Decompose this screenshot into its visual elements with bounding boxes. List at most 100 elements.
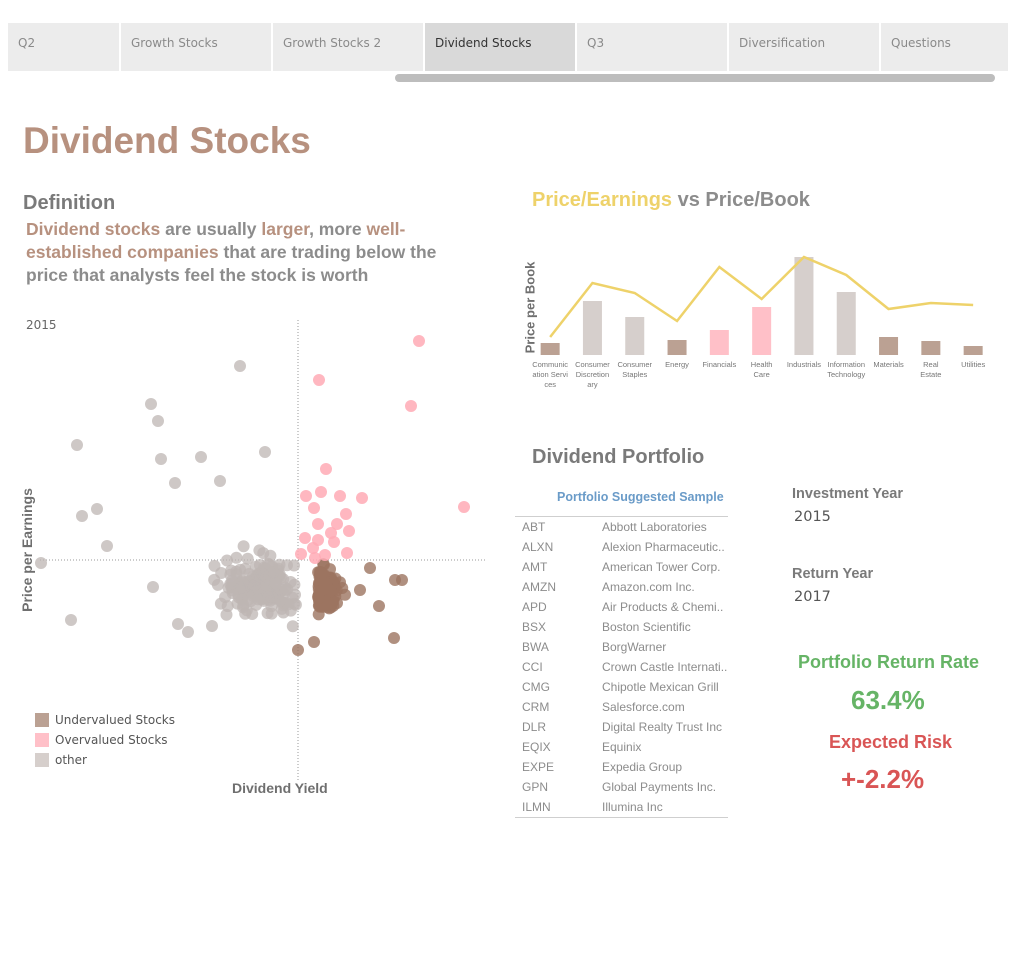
scatter-point[interactable] — [308, 502, 320, 514]
scatter-point[interactable] — [274, 594, 286, 607]
scatter-point[interactable] — [273, 558, 286, 571]
scatter-point[interactable] — [145, 398, 157, 410]
tab-scrollbar[interactable] — [395, 74, 995, 82]
scatter-point[interactable] — [211, 578, 224, 591]
pb-bar[interactable] — [667, 340, 687, 355]
scatter-point[interactable] — [343, 525, 355, 537]
scatter-point[interactable] — [413, 335, 425, 347]
table-row[interactable]: APD Air Products & Chemi.. — [515, 597, 728, 617]
scatter-point[interactable] — [65, 614, 77, 626]
dividend-scatter-plot[interactable]: 2015 Price per Earnings Dividend Yield U… — [0, 310, 500, 810]
scatter-point[interactable] — [235, 581, 248, 594]
scatter-point[interactable] — [155, 453, 167, 465]
pe-chart-canvas[interactable]: Communication ServicesConsumerDiscretion… — [505, 245, 1005, 400]
tab-dividend-stocks[interactable]: Dividend Stocks — [425, 23, 575, 71]
scatter-point[interactable] — [328, 536, 340, 548]
scatter-point[interactable] — [320, 463, 332, 475]
tab-q3[interactable]: Q3 — [577, 23, 727, 71]
scatter-point[interactable] — [237, 540, 250, 553]
table-row[interactable]: ILMN Illumina Inc — [515, 797, 728, 817]
table-row[interactable]: GPN Global Payments Inc. — [515, 777, 728, 797]
pb-bar[interactable] — [836, 292, 856, 355]
table-row[interactable]: CMG Chipotle Mexican Grill — [515, 677, 728, 697]
tab-questions[interactable]: Questions — [881, 23, 1008, 71]
tab-growth-stocks-2[interactable]: Growth Stocks 2 — [273, 23, 423, 71]
table-row[interactable]: BSX Boston Scientific — [515, 617, 728, 637]
scatter-point[interactable] — [169, 477, 181, 489]
scatter-point[interactable] — [288, 559, 300, 572]
scatter-point[interactable] — [147, 581, 159, 593]
tab-growth-stocks[interactable]: Growth Stocks — [121, 23, 271, 71]
return-year-value[interactable]: 2017 — [794, 589, 831, 605]
pb-bar[interactable] — [921, 341, 941, 355]
pb-bar[interactable] — [752, 307, 772, 355]
scatter-point[interactable] — [243, 567, 256, 580]
scatter-point[interactable] — [388, 632, 400, 644]
scatter-point[interactable] — [101, 540, 113, 552]
scatter-point[interactable] — [313, 374, 325, 386]
scatter-point[interactable] — [208, 559, 221, 572]
pb-bar[interactable] — [879, 337, 899, 355]
scatter-point[interactable] — [265, 607, 278, 620]
table-row[interactable]: ALXN Alexion Pharmaceutic.. — [515, 537, 728, 557]
scatter-point[interactable] — [308, 636, 320, 648]
table-row[interactable]: CRM Salesforce.com — [515, 697, 728, 717]
scatter-point[interactable] — [259, 446, 271, 458]
scatter-point[interactable] — [373, 600, 385, 612]
tab-q2[interactable]: Q2 — [8, 23, 119, 71]
scatter-point[interactable] — [405, 400, 417, 412]
investment-year-value[interactable]: 2015 — [794, 509, 831, 525]
pb-bar[interactable] — [625, 317, 645, 355]
scatter-point[interactable] — [309, 552, 321, 564]
scatter-point[interactable] — [286, 620, 299, 633]
scatter-point[interactable] — [269, 577, 282, 590]
pb-bar[interactable] — [540, 343, 560, 355]
scatter-point[interactable] — [458, 501, 470, 513]
scatter-point[interactable] — [256, 568, 269, 580]
pb-bar[interactable] — [709, 330, 729, 355]
table-row[interactable]: CCI Crown Castle Internati.. — [515, 657, 728, 677]
scatter-point[interactable] — [195, 451, 207, 463]
scatter-point[interactable] — [253, 544, 266, 557]
scatter-point[interactable] — [182, 626, 194, 638]
tab-diversification[interactable]: Diversification — [729, 23, 879, 71]
table-row[interactable]: EQIX Equinix — [515, 737, 728, 757]
pb-bar[interactable] — [582, 301, 602, 355]
scatter-point[interactable] — [341, 547, 353, 559]
scatter-point[interactable] — [336, 582, 349, 594]
scatter-point[interactable] — [234, 360, 246, 372]
table-row[interactable]: DLR Digital Realty Trust Inc — [515, 717, 728, 737]
scatter-point[interactable] — [262, 590, 275, 603]
scatter-point[interactable] — [334, 490, 346, 502]
legend-item-undervalued[interactable]: Undervalued Stocks — [35, 710, 175, 730]
scatter-point[interactable] — [152, 415, 164, 427]
table-row[interactable]: ABT Abbott Laboratories — [515, 517, 728, 537]
legend-item-overvalued[interactable]: Overvalued Stocks — [35, 730, 175, 750]
scatter-point[interactable] — [315, 486, 327, 498]
scatter-point[interactable] — [214, 475, 226, 487]
scatter-point[interactable] — [307, 542, 319, 554]
scatter-point[interactable] — [292, 644, 304, 656]
scatter-point[interactable] — [172, 618, 184, 630]
scatter-point[interactable] — [35, 557, 47, 569]
table-row[interactable]: AMT American Tower Corp. — [515, 557, 728, 577]
table-row[interactable]: AMZN Amazon.com Inc. — [515, 577, 728, 597]
scatter-point[interactable] — [295, 548, 307, 560]
table-row[interactable]: BWA BorgWarner — [515, 637, 728, 657]
scatter-point[interactable] — [396, 574, 408, 586]
pb-bar[interactable] — [963, 346, 983, 355]
pb-bar[interactable] — [794, 257, 814, 355]
scatter-point[interactable] — [312, 518, 324, 530]
scatter-point[interactable] — [340, 508, 352, 520]
scatter-point[interactable] — [299, 532, 311, 544]
scatter-point[interactable] — [206, 620, 218, 632]
portfolio-table[interactable]: ABT Abbott Laboratories ALXN Alexion Pharma… — [515, 516, 728, 818]
scatter-point[interactable] — [91, 503, 103, 515]
scatter-point[interactable] — [300, 490, 312, 502]
scatter-point[interactable] — [220, 608, 233, 621]
legend-item-other[interactable]: other — [35, 750, 175, 770]
scatter-point[interactable] — [230, 551, 243, 564]
scatter-point[interactable] — [364, 562, 376, 574]
scatter-point[interactable] — [241, 552, 254, 565]
scatter-point[interactable] — [239, 607, 252, 620]
